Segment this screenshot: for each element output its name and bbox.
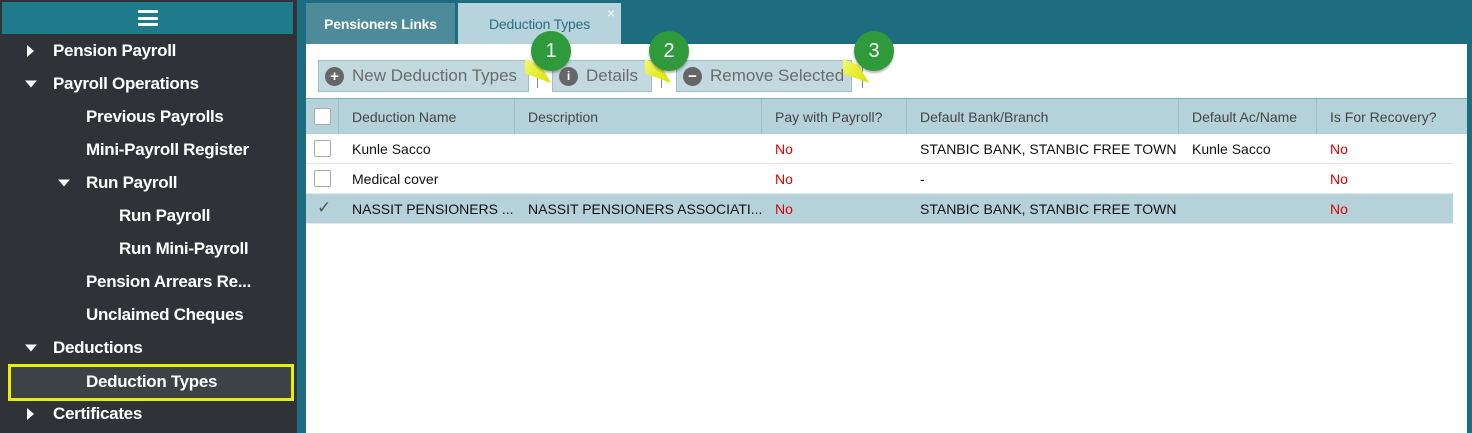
- cell-pay-with-payroll: No: [775, 141, 793, 157]
- tab-label: Pensioners Links: [324, 15, 437, 32]
- column-header-pay-with-payroll[interactable]: Pay with Payroll?: [762, 99, 907, 134]
- sidebar-item-pension-payroll[interactable]: Pension Payroll: [0, 36, 294, 66]
- tab-label: Deduction Types: [488, 15, 591, 32]
- caret-down-icon: [25, 344, 37, 352]
- sidebar-item-pension-arrears[interactable]: Pension Arrears Re...: [0, 267, 294, 297]
- vertical-scrollbar[interactable]: [1453, 134, 1467, 433]
- new-deduction-types-button[interactable]: + New Deduction Types: [318, 60, 529, 92]
- plus-icon: +: [325, 66, 344, 86]
- tab-pensioners-links[interactable]: Pensioners Links: [306, 3, 455, 44]
- cell-is-for-recovery: No: [1330, 201, 1348, 217]
- cell-deduction-name: NASSIT PENSIONERS ...: [352, 201, 514, 217]
- cell-default-ac-name: [1179, 164, 1192, 194]
- minus-icon: −: [683, 66, 702, 86]
- column-header-default-ac-name[interactable]: Default Ac/Name: [1179, 99, 1317, 134]
- callout-marker-3: 3: [854, 31, 894, 71]
- column-header-default-bank[interactable]: Default Bank/Branch: [907, 99, 1179, 134]
- cell-default-bank: STANBIC BANK, STANBIC FREE TOWN: [920, 201, 1177, 217]
- column-header-description[interactable]: Description: [515, 99, 762, 134]
- row-checkbox[interactable]: [314, 170, 331, 187]
- caret-right-icon: [27, 45, 34, 57]
- main-area: Pensioners Links Deduction Types × + New…: [297, 0, 1472, 433]
- caret-down-icon: [58, 179, 70, 187]
- cell-default-ac-name: [1179, 194, 1192, 224]
- sidebar-item-previous-payrolls[interactable]: Previous Payrolls: [0, 102, 294, 132]
- cell-default-bank: -: [920, 171, 925, 187]
- sidebar-item-label: Deduction Types: [86, 372, 218, 391]
- sidebar-item-label: Run Payroll: [86, 173, 178, 192]
- sidebar-header: [2, 2, 293, 34]
- checkmark-icon: ✓: [317, 198, 332, 217]
- sidebar-item-label: Certificates: [53, 404, 142, 423]
- toolbar: + New Deduction Types i Details − Remove…: [306, 31, 1467, 98]
- sidebar-item-run-payroll-group[interactable]: Run Payroll: [0, 168, 294, 198]
- menu-icon[interactable]: [137, 10, 158, 26]
- table-row[interactable]: Medical cover No - No: [306, 164, 1467, 194]
- button-label: Remove Selected: [710, 66, 845, 85]
- column-header-is-for-recovery[interactable]: Is For Recovery?: [1317, 99, 1467, 134]
- sidebar-item-label: Payroll Operations: [53, 74, 199, 93]
- row-checkbox[interactable]: [314, 140, 331, 157]
- sidebar-item-label: Run Mini-Payroll: [119, 239, 249, 258]
- sidebar: Pension Payroll Payroll Operations Previ…: [0, 0, 297, 433]
- button-label: New Deduction Types: [352, 66, 518, 85]
- sidebar-item-run-payroll[interactable]: Run Payroll: [0, 201, 294, 231]
- sidebar-item-run-mini-payroll[interactable]: Run Mini-Payroll: [0, 234, 294, 264]
- cell-default-bank: STANBIC BANK, STANBIC FREE TOWN: [920, 141, 1177, 157]
- sidebar-item-payroll-operations[interactable]: Payroll Operations: [0, 69, 294, 99]
- caret-right-icon: [27, 408, 34, 420]
- sidebar-item-certificates[interactable]: Certificates: [0, 399, 294, 429]
- sidebar-item-mini-payroll-register[interactable]: Mini-Payroll Register: [0, 135, 294, 165]
- table-row[interactable]: ✓ NASSIT PENSIONERS ... NASSIT PENSIONER…: [306, 194, 1467, 224]
- column-header-deduction-name[interactable]: Deduction Name: [339, 99, 515, 134]
- content-panel: + New Deduction Types i Details − Remove…: [306, 31, 1467, 433]
- sidebar-item-unclaimed-cheques[interactable]: Unclaimed Cheques: [0, 300, 294, 330]
- sidebar-item-label: Previous Payrolls: [86, 107, 224, 126]
- sidebar-item-label: Pension Arrears Re...: [86, 272, 252, 291]
- caret-down-icon: [25, 80, 37, 88]
- header-select-all: [306, 99, 339, 134]
- info-icon: i: [559, 66, 578, 86]
- grid-header: Deduction Name Description Pay with Payr…: [306, 98, 1467, 134]
- row-checkbox[interactable]: ✓: [314, 198, 332, 217]
- sidebar-item-deduction-types[interactable]: Deduction Types: [0, 367, 294, 397]
- cell-pay-with-payroll: No: [775, 201, 793, 217]
- cell-is-for-recovery: No: [1330, 171, 1348, 187]
- cell-description: [515, 164, 528, 194]
- sidebar-item-label: Run Payroll: [119, 206, 211, 225]
- table-row[interactable]: Kunle Sacco No STANBIC BANK, STANBIC FRE…: [306, 134, 1467, 164]
- cell-description: [515, 134, 528, 164]
- cell-pay-with-payroll: No: [775, 171, 793, 187]
- cell-deduction-name: Kunle Sacco: [352, 141, 431, 157]
- remove-selected-button[interactable]: − Remove Selected: [676, 60, 852, 92]
- select-all-checkbox[interactable]: [314, 108, 331, 125]
- close-icon[interactable]: ×: [607, 5, 615, 21]
- cell-is-for-recovery: No: [1330, 141, 1348, 157]
- sidebar-item-label: Mini-Payroll Register: [86, 140, 249, 159]
- cell-deduction-name: Medical cover: [352, 171, 439, 187]
- sidebar-item-deductions[interactable]: Deductions: [0, 333, 294, 363]
- callout-marker-2: 2: [649, 31, 689, 71]
- sidebar-item-label: Unclaimed Cheques: [86, 305, 244, 324]
- details-button[interactable]: i Details: [552, 60, 652, 92]
- button-label: Details: [586, 66, 638, 85]
- sidebar-item-label: Deductions: [53, 338, 143, 357]
- callout-marker-1: 1: [531, 31, 571, 71]
- cell-description: NASSIT PENSIONERS ASSOCIATI...: [528, 201, 763, 217]
- sidebar-item-label: Pension Payroll: [53, 41, 177, 60]
- cell-default-ac-name: Kunle Sacco: [1192, 141, 1271, 157]
